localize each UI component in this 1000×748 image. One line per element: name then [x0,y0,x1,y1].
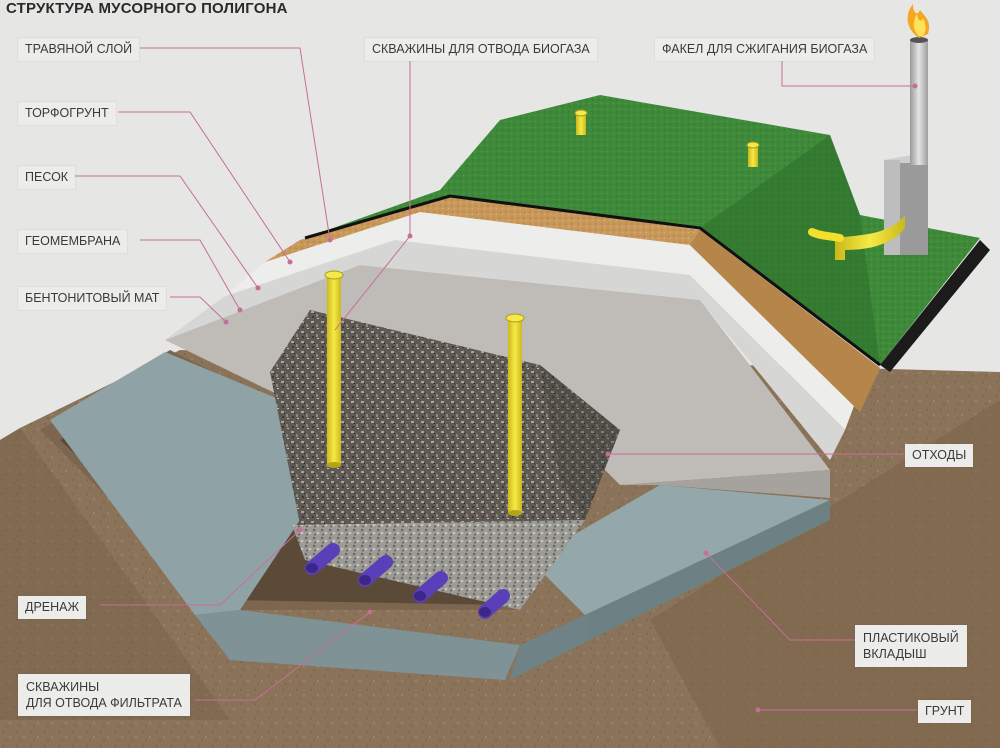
label-geomembrane: ГЕОМЕМБРАНА [18,230,128,253]
leader-dot [223,319,229,325]
leader-dot [237,307,243,313]
gas-well-pipe [324,270,344,468]
leader-dot [605,451,611,457]
label-waste: ОТХОДЫ [905,444,974,467]
diagram-title: СТРУКТУРА МУСОРНОГО ПОЛИГОНА [6,0,288,17]
label-plastic-liner: ПЛАСТИКОВЫЙ ВКЛАДЫШ [855,625,967,667]
label-leachate-wells-line1: СКВАЖИНЫ [26,680,100,694]
label-leachate-wells: СКВАЖИНЫ ДЛЯ ОТВОДА ФИЛЬТРАТА [18,674,190,716]
leader-dot [297,527,303,533]
leader-dot [755,707,761,713]
label-plastic-liner-line1: ПЛАСТИКОВЫЙ [863,631,959,645]
leader-dot [287,259,293,265]
label-flare: ФАКЕЛ ДЛЯ СЖИГАНИЯ БИОГАЗА [655,38,875,61]
label-gas-wells: СКВАЖИНЫ ДЛЯ ОТВОДА БИОГАЗА [365,38,597,61]
label-grass-layer: ТРАВЯНОЙ СЛОЙ [18,38,140,61]
leader-grass [140,47,331,241]
flame-icon [907,4,930,38]
leader-dot [912,83,918,89]
label-peat-soil: ТОРФОГРУНТ [18,102,116,125]
label-leachate-wells-line2: ДЛЯ ОТВОДА ФИЛЬТРАТА [26,696,182,710]
leader-dot [703,550,709,556]
gas-well-pipe [505,313,525,516]
leader-dot [367,609,373,615]
label-sand: ПЕСОК [18,166,76,189]
leader-dot [255,285,261,291]
leader-dot [327,237,333,243]
gas-well-cap [574,109,588,135]
label-plastic-liner-line2: ВКЛАДЫШ [863,647,927,661]
label-drainage: ДРЕНАЖ [18,596,87,619]
landfill-cross-section-diagram [0,4,1000,748]
leader-dot [407,233,413,239]
gas-well-cap [746,141,760,167]
label-bentonite-mat: БЕНТОНИТОВЫЙ МАТ [18,287,167,310]
label-ground: ГРУНТ [918,700,972,723]
